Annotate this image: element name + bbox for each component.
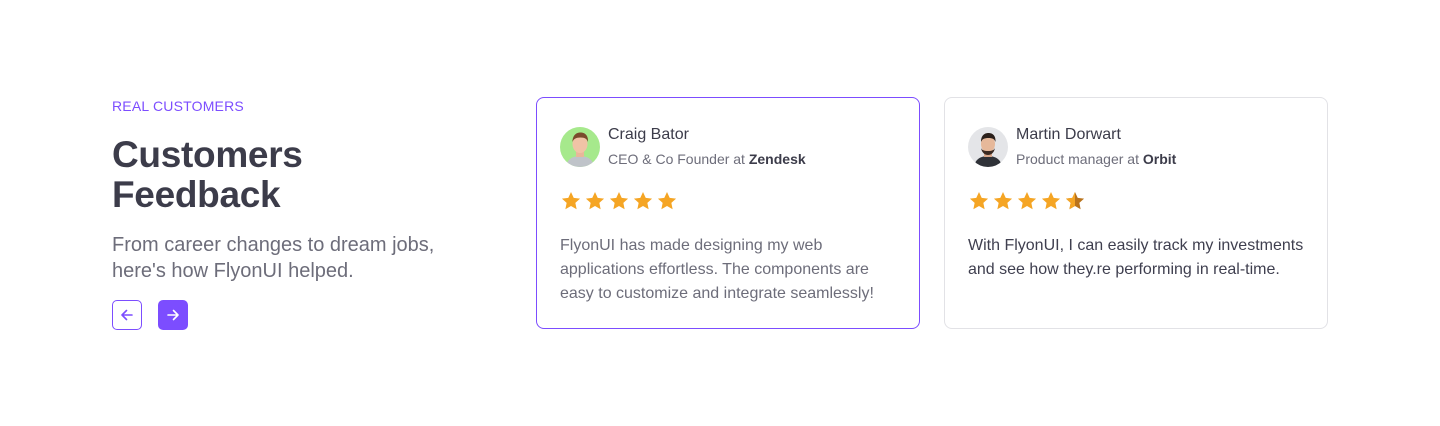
reviewer-name: Martin Dorwart: [1016, 126, 1121, 143]
section-title-line-1: Customers: [112, 134, 303, 175]
section-subtitle: From career changes to dream jobs, here'…: [112, 234, 435, 282]
section-title-line-2: Feedback: [112, 174, 281, 215]
testimonial-quote: FlyonUI has made designing my web applic…: [560, 237, 874, 302]
reviewer-info: Martin Dorwart Product manager at Orbit: [1016, 125, 1176, 168]
avatar: [968, 126, 1008, 167]
star-filled-icon: [1017, 192, 1037, 210]
section-title: Customers Feedback: [112, 135, 472, 215]
testimonial-quote: With FlyonUI, I can easily track my inve…: [968, 237, 1304, 278]
carousel-nav: [112, 300, 472, 330]
star-filled-icon: [1041, 192, 1061, 210]
star-rating: [560, 190, 896, 214]
reviewer-company: Orbit: [1142, 151, 1177, 167]
star-filled-icon: [993, 192, 1013, 210]
reviewer-company: Zendesk: [748, 151, 806, 167]
reviewer-role-text: Product manager at: [1016, 151, 1143, 167]
reviewer-name: Craig Bator: [608, 126, 689, 143]
reviewer-role-text: CEO & Co Founder at: [608, 151, 749, 167]
reviewer-role: CEO & Co Founder at Zendesk: [608, 150, 806, 168]
testimonial-card[interactable]: Martin Dorwart Product manager at Orbit …: [944, 97, 1328, 329]
arrow-right-icon: [167, 309, 179, 321]
star-filled-icon: [609, 192, 629, 210]
reviewer-role: Product manager at Orbit: [1016, 150, 1176, 168]
eyebrow-label: REAL CUSTOMERS: [112, 98, 244, 114]
intro-section: REAL CUSTOMERS Customers Feedback From c…: [112, 97, 472, 330]
star-filled-icon: [585, 192, 605, 210]
previous-button[interactable]: [112, 300, 142, 330]
testimonial-card[interactable]: Craig Bator CEO & Co Founder at Zendesk …: [536, 97, 920, 329]
star-half-icon: [1065, 192, 1085, 210]
star-filled-icon: [561, 192, 581, 210]
reviewer: Martin Dorwart Product manager at Orbit: [968, 125, 1304, 168]
reviewer: Craig Bator CEO & Co Founder at Zendesk: [560, 125, 896, 168]
next-button[interactable]: [158, 300, 188, 330]
star-rating: [968, 190, 1304, 214]
avatar: [560, 126, 600, 167]
reviewer-info: Craig Bator CEO & Co Founder at Zendesk: [608, 125, 806, 168]
star-filled-icon: [633, 192, 653, 210]
star-filled-icon: [657, 192, 677, 210]
arrow-left-icon: [121, 309, 133, 321]
star-filled-icon: [969, 192, 989, 210]
